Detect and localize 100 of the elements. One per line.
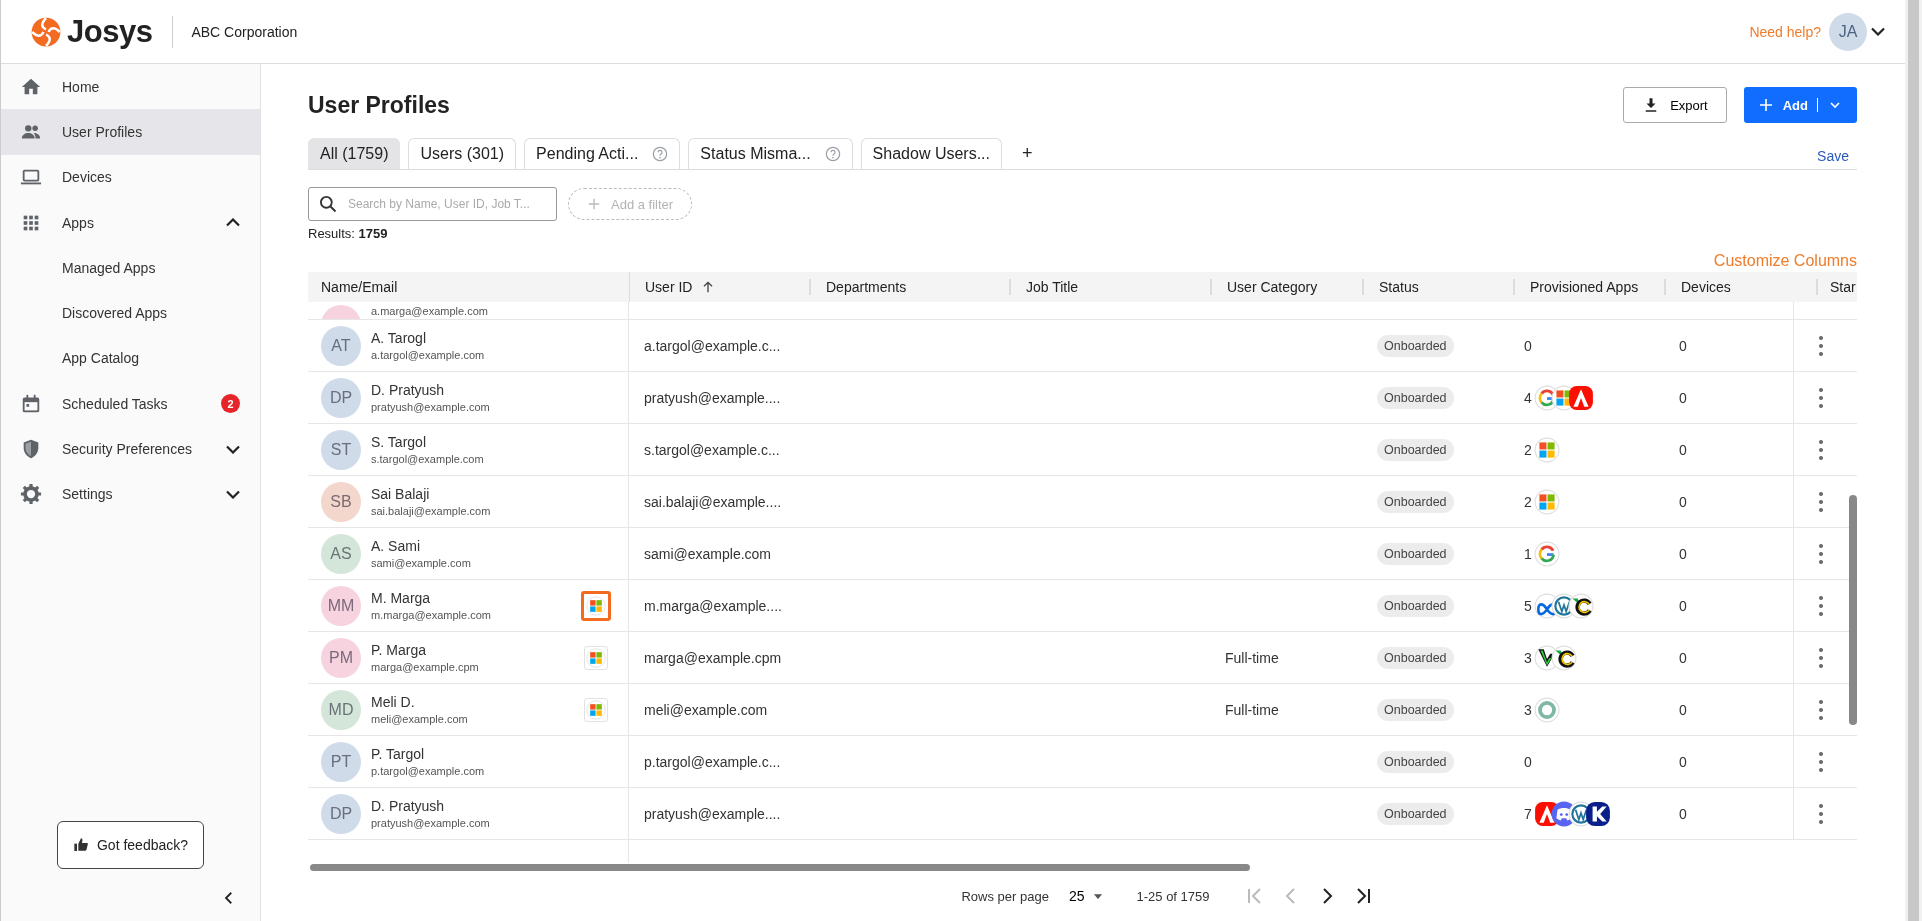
more-options-icon[interactable] [1818, 595, 1824, 616]
user-name: P. Targol [371, 746, 426, 762]
feedback-button[interactable]: Got feedback? [56, 821, 205, 869]
export-button[interactable]: Export [1623, 87, 1727, 123]
scrollbar[interactable] [1905, 0, 1922, 921]
more-options-icon[interactable] [1818, 387, 1824, 408]
app-count: 3 [1524, 649, 1532, 666]
rows-per-page-select[interactable]: 25 [1062, 887, 1111, 905]
more-options-icon[interactable] [1818, 335, 1824, 356]
app-count: 5 [1524, 597, 1532, 614]
user-avatar: DP [321, 377, 361, 418]
count-badge: 2 [221, 394, 240, 414]
column-label: Job Title [1026, 279, 1079, 295]
more-options-icon[interactable] [1818, 803, 1824, 824]
table-cell-text: 0 [1678, 700, 1688, 720]
account-menu-button[interactable]: JA [1829, 12, 1885, 51]
nav-item[interactable]: Scheduled Tasks 2 [1, 381, 260, 427]
table-cell-text: pratyush@example.... [643, 388, 782, 408]
column-header[interactable]: Status [1362, 272, 1513, 302]
tab[interactable]: All (1759) [308, 138, 401, 169]
app-count: 1 [1524, 545, 1532, 562]
chevron-left-icon [1283, 888, 1298, 904]
nav-subitem[interactable]: App Catalog [1, 335, 260, 382]
plus-icon [1757, 97, 1774, 113]
more-options-icon[interactable] [1818, 491, 1824, 512]
user-name: S. Targol [371, 434, 427, 450]
table-cell-text: Full-time [1224, 648, 1280, 668]
search-field[interactable]: Search by Name, User ID, Job T... [308, 187, 557, 221]
nav-item[interactable]: Home [1, 64, 260, 110]
table-cell-text: p.targol@example.c... [643, 752, 782, 772]
column-header[interactable]: Departments [809, 272, 1009, 302]
more-options-icon[interactable] [1818, 439, 1824, 460]
scrollbar[interactable] [1849, 495, 1857, 725]
nav-item[interactable]: User Profiles [1, 109, 260, 155]
nav-label: Apps [62, 214, 95, 231]
chevron-down-icon [1871, 27, 1885, 36]
nav-item[interactable]: Apps [1, 199, 260, 246]
user-name: A. Tarogl [371, 330, 427, 346]
column-header[interactable]: Job Title [1009, 272, 1210, 302]
app-count: 3 [1524, 701, 1532, 718]
column-header[interactable]: User Category [1210, 272, 1362, 302]
google-icon [1533, 540, 1560, 567]
column-header[interactable]: User ID [629, 272, 809, 302]
user-email: p.targol@example.com [371, 765, 486, 777]
brand-name: Josys [67, 13, 153, 50]
user-email: marga@example.cpm [371, 661, 480, 673]
app-count: 0 [1524, 753, 1532, 770]
nav-subitem[interactable]: Managed Apps [1, 245, 260, 291]
tab[interactable]: Pending Acti... [524, 138, 681, 169]
user-email: a.marga@example.com [371, 305, 489, 319]
nav-subitem[interactable]: Discovered Apps [1, 290, 260, 336]
status-chip: Onboarded [1377, 698, 1454, 721]
nav-item[interactable]: Devices [1, 154, 260, 200]
status-chip: Onboarded [1377, 750, 1454, 773]
status-chip: Onboarded [1377, 646, 1454, 669]
table-cell-text: meli@example.com [643, 700, 769, 720]
more-options-icon[interactable] [1818, 751, 1824, 772]
plus-icon [587, 197, 601, 211]
more-options-icon[interactable] [1818, 699, 1824, 720]
thumbs-up-icon [72, 837, 89, 853]
add-tab-button[interactable]: + [1010, 138, 1045, 169]
column-header[interactable]: Devices [1664, 272, 1816, 302]
user-avatar: ST [321, 429, 361, 470]
save-link[interactable]: Save [1817, 141, 1849, 164]
results-count: Results: 1759 [308, 226, 389, 241]
column-label: Devices [1681, 279, 1731, 295]
tab[interactable]: Users (301) [408, 138, 517, 169]
app-count: 2 [1524, 493, 1532, 510]
user-avatar: JA [1829, 12, 1867, 51]
user-avatar: MM [321, 585, 361, 626]
page-range: 1-25 of 1759 [1136, 888, 1210, 904]
windows-tiles-icon [586, 699, 606, 720]
add-button[interactable]: Add [1743, 87, 1857, 123]
tab[interactable]: Status Misma... [688, 138, 853, 169]
tab[interactable]: Shadow Users... [860, 138, 1002, 169]
table-cell-text: a.targol@example.c... [643, 336, 782, 356]
user-avatar: DP [321, 793, 361, 834]
scrollbar[interactable] [310, 864, 1250, 871]
page-title: User Profiles [308, 91, 450, 119]
column-header[interactable]: Name/Email [308, 272, 629, 302]
user-avatar: MD [321, 689, 361, 730]
column-label: Star [1830, 279, 1856, 295]
more-options-icon[interactable] [1818, 647, 1824, 668]
table-cell-text: 0 [1678, 388, 1688, 408]
table-cell-text: Full-time [1224, 700, 1280, 720]
more-options-icon[interactable] [1818, 543, 1824, 564]
status-chip: Onboarded [1377, 334, 1454, 357]
column-label: Status [1379, 279, 1419, 295]
k-shape-icon [1584, 800, 1611, 827]
rows-per-page-label: Rows per page [961, 888, 1049, 904]
column-header[interactable]: Star [1816, 272, 1857, 302]
help-icon [652, 146, 669, 162]
search-icon [318, 194, 338, 214]
nav-item[interactable]: Settings [1, 471, 260, 517]
nav-item[interactable]: Security Preferences [1, 426, 260, 472]
status-chip: Onboarded [1377, 542, 1454, 565]
status-chip: Onboarded [1377, 438, 1454, 461]
column-header[interactable]: Provisioned Apps [1513, 272, 1664, 302]
source-badge[interactable] [581, 590, 611, 621]
user-email: m.marga@example.com [371, 609, 492, 621]
